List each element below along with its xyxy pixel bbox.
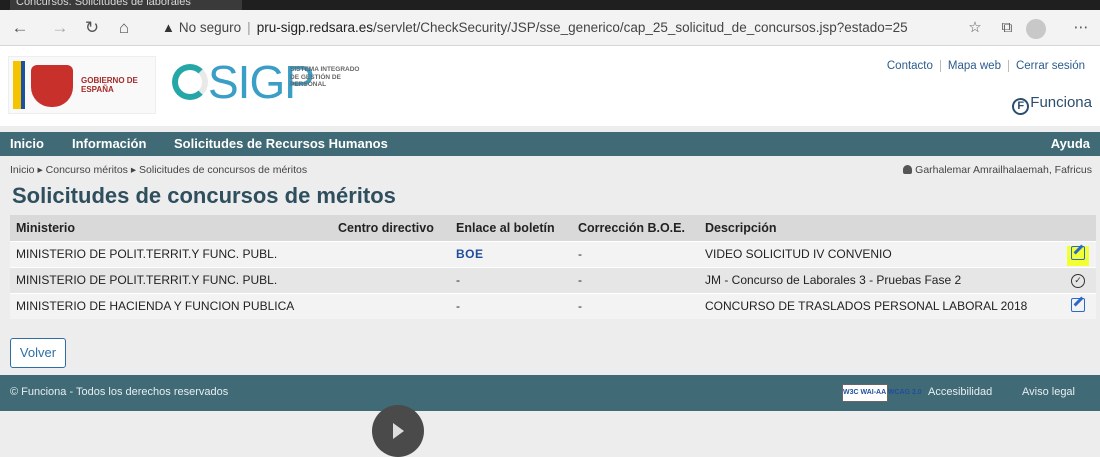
main-nav: Inicio Información Solicitudes de Recurs…: [0, 132, 1100, 156]
table-header-row: Ministerio Centro directivo Enlace al bo…: [10, 215, 1096, 241]
col-enlace-boletin: Enlace al boletín: [450, 215, 572, 241]
more-menu-icon[interactable]: ⋯: [1070, 18, 1092, 38]
page-title: Solicitudes de concursos de méritos: [12, 183, 396, 208]
nav-item-inicio[interactable]: Inicio: [10, 132, 44, 156]
top-links: Contacto Mapa web Cerrar sesión: [880, 60, 1092, 72]
boe-link-icon[interactable]: BOE: [456, 247, 484, 261]
cell-enlace: -: [450, 292, 572, 319]
breadcrumb: Inicio ▸ Concurso méritos ▸ Solicitudes …: [10, 164, 307, 176]
cell-action: [1060, 240, 1096, 267]
flag-yellow: [13, 61, 21, 109]
browser-tab[interactable]: Concursos. Solicitudes de laborales: [10, 0, 242, 10]
warning-icon: ▲: [162, 20, 175, 35]
cell-centro: [332, 240, 450, 267]
address-bar[interactable]: ▲ No seguro | pru-sigp.redsara.es/servlet/C…: [162, 15, 962, 41]
browser-tab-strip: Concursos. Solicitudes de laborales: [0, 0, 1100, 10]
back-arrow-icon[interactable]: ←: [10, 18, 30, 38]
aviso-legal-link[interactable]: Aviso legal: [1022, 386, 1075, 398]
cell-ministerio: MINISTERIO DE POLIT.TERRIT.Y FUNC. PUBL.: [10, 240, 332, 267]
edit-icon[interactable]: [1071, 297, 1085, 312]
favorite-star-icon[interactable]: ☆: [964, 18, 986, 38]
cell-action: ✓: [1060, 266, 1096, 293]
funciona-logo[interactable]: F Funciona: [1012, 94, 1092, 115]
funciona-label: Funciona: [1030, 94, 1092, 111]
mapa-web-link[interactable]: Mapa web: [939, 60, 1008, 72]
site-header: GOBIERNO DE ESPAÑA SIGP SISTEMA INTEGRAD…: [0, 46, 1100, 126]
col-correccion-boe: Corrección B.O.E.: [572, 215, 699, 241]
sigp-subtitle: SISTEMA INTEGRADO DE GESTIÓN DE PERSONAL: [290, 66, 360, 88]
volver-button[interactable]: Volver: [10, 338, 66, 368]
user-name: Garhalemar Amrailhalaemah, Fafricus: [915, 164, 1092, 176]
cell-correccion: -: [572, 240, 699, 267]
address-separator: |: [247, 20, 251, 35]
funciona-f-icon: F: [1012, 98, 1030, 115]
nav-item-informacion[interactable]: Información: [72, 132, 146, 156]
cerrar-sesion-link[interactable]: Cerrar sesión: [1007, 60, 1092, 72]
accesibilidad-link[interactable]: Accesibilidad: [928, 386, 992, 398]
home-icon[interactable]: ⌂: [114, 18, 134, 38]
sigp-logo[interactable]: SIGP SISTEMA INTEGRADO DE GESTIÓN DE PER…: [168, 52, 368, 118]
cell-correccion: -: [572, 292, 699, 319]
table-row[interactable]: MINISTERIO DE POLIT.TERRIT.Y FUNC. PUBL.…: [10, 266, 1096, 293]
sigp-mark-icon: [172, 64, 208, 100]
breadcrumb-separator: ▸: [37, 164, 43, 176]
breadcrumb-current: Solicitudes de concursos de méritos: [139, 164, 308, 176]
breadcrumb-inicio[interactable]: Inicio: [10, 164, 35, 176]
flag-blue: [21, 61, 25, 109]
url-path: /servlet/CheckSecurity/JSP/sse_generico/…: [373, 20, 908, 35]
nav-item-solicitudes[interactable]: Solicitudes de Recursos Humanos: [174, 132, 388, 156]
edit-icon[interactable]: [1071, 245, 1085, 260]
site-footer: © Funciona - Todos los derechos reservad…: [0, 375, 1100, 411]
table-row[interactable]: MINISTERIO DE POLIT.TERRIT.Y FUNC. PUBL.…: [10, 240, 1096, 267]
gobierno-text: GOBIERNO DE ESPAÑA: [81, 76, 138, 94]
highlight-marker: [1067, 245, 1089, 266]
w3c-wai-badge-icon[interactable]: W3C WAI-AA WCAG 2.0: [842, 384, 922, 402]
nav-item-ayuda[interactable]: Ayuda: [1051, 132, 1090, 156]
check-circle-icon[interactable]: ✓: [1071, 274, 1085, 288]
cell-ministerio: MINISTERIO DE POLIT.TERRIT.Y FUNC. PUBL.: [10, 266, 332, 293]
security-label: No seguro: [178, 20, 242, 35]
url-host: pru-sigp.redsara.es: [256, 20, 373, 35]
copyright-text: © Funciona - Todos los derechos reservad…: [10, 386, 229, 398]
col-actions: [1060, 215, 1096, 241]
cell-correccion: -: [572, 266, 699, 293]
collections-icon[interactable]: ⧉: [996, 18, 1018, 38]
cell-enlace: BOE: [450, 240, 572, 267]
cell-descripcion: VIDEO SOLICITUD IV CONVENIO: [699, 240, 1060, 267]
cell-centro: [332, 266, 450, 293]
reload-icon[interactable]: ↻: [82, 18, 102, 38]
video-play-icon[interactable]: [372, 405, 424, 457]
breadcrumb-bar: Inicio ▸ Concurso méritos ▸ Solicitudes …: [0, 160, 1100, 180]
breadcrumb-concurso-meritos[interactable]: Concurso méritos: [46, 164, 128, 176]
user-info: Garhalemar Amrailhalaemah, Fafricus: [903, 164, 1092, 176]
cell-enlace: -: [450, 266, 572, 293]
table-row[interactable]: MINISTERIO DE HACIENDA Y FUNCION PUBLICA…: [10, 292, 1096, 319]
col-descripcion: Descripción: [699, 215, 1060, 241]
cell-descripcion: CONCURSO DE TRASLADOS PERSONAL LABORAL 2…: [699, 292, 1060, 319]
user-icon: [903, 165, 913, 174]
breadcrumb-separator: ▸: [130, 164, 137, 176]
cell-descripcion: JM - Concurso de Laborales 3 - Pruebas F…: [699, 266, 1060, 293]
profile-avatar[interactable]: [1026, 19, 1046, 39]
solicitudes-table: Ministerio Centro directivo Enlace al bo…: [10, 215, 1096, 319]
cell-centro: [332, 292, 450, 319]
gobierno-logo[interactable]: GOBIERNO DE ESPAÑA: [8, 56, 156, 114]
forward-arrow-icon[interactable]: →: [50, 18, 70, 38]
col-centro-directivo: Centro directivo: [332, 215, 450, 241]
cell-ministerio: MINISTERIO DE HACIENDA Y FUNCION PUBLICA: [10, 292, 332, 319]
coat-of-arms-icon: [31, 65, 73, 107]
col-ministerio: Ministerio: [10, 215, 332, 241]
cell-action: [1060, 292, 1096, 319]
contacto-link[interactable]: Contacto: [880, 60, 940, 72]
browser-toolbar: ← → ↻ ⌂ ▲ No seguro | pru-sigp.redsara.es/s…: [0, 10, 1100, 46]
